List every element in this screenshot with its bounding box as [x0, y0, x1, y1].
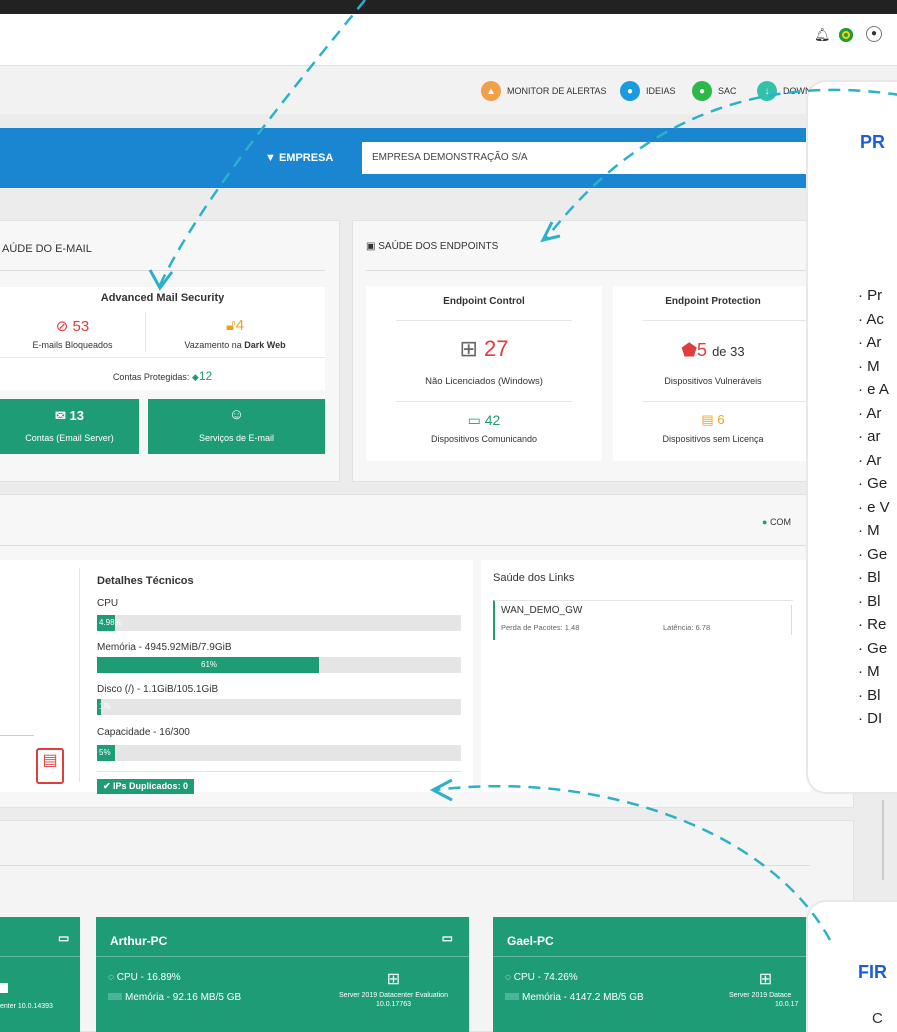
annotation-arrows — [148, 0, 897, 941]
arrow-email — [158, 0, 366, 286]
arrow-tech — [434, 784, 832, 941]
arrowhead-email — [148, 269, 174, 291]
arrowhead-tech — [429, 778, 453, 802]
arrow-endpoints — [544, 88, 897, 241]
